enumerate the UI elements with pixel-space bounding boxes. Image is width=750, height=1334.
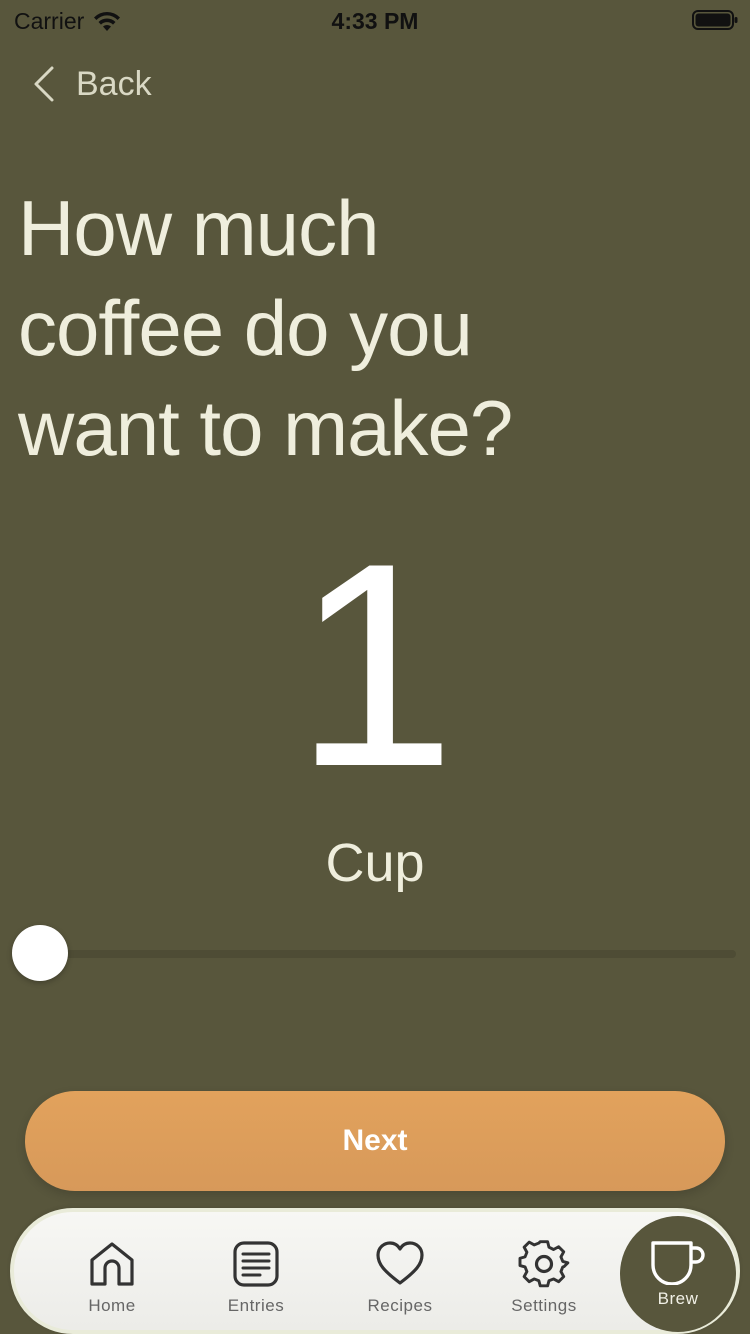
- tab-home[interactable]: Home: [62, 1238, 162, 1318]
- slider-thumb[interactable]: [12, 925, 68, 981]
- tab-recipes[interactable]: Recipes: [350, 1238, 450, 1318]
- back-label: Back: [76, 64, 152, 103]
- gear-icon: [518, 1238, 570, 1290]
- tab-entries[interactable]: Entries: [206, 1238, 306, 1318]
- home-icon: [86, 1238, 138, 1290]
- tab-bar: Home Entries Recipes Settings Brew: [10, 1208, 740, 1334]
- status-bar: Carrier 4:33 PM: [0, 0, 750, 40]
- question-heading: How much coffee do you want to make?: [18, 178, 638, 478]
- tab-recipes-label: Recipes: [367, 1296, 433, 1315]
- brew-label: Brew: [657, 1289, 699, 1308]
- battery-icon: [692, 10, 738, 30]
- heart-icon: [374, 1238, 426, 1290]
- tab-home-label: Home: [88, 1296, 136, 1315]
- tab-settings-label: Settings: [511, 1296, 577, 1315]
- cup-unit: Cup: [325, 833, 425, 893]
- entries-icon: [230, 1238, 282, 1290]
- tab-entries-label: Entries: [227, 1296, 285, 1315]
- back-button[interactable]: Back: [30, 62, 152, 106]
- cups-slider[interactable]: [12, 924, 736, 982]
- question-line-1: How much: [18, 184, 379, 272]
- question-line-3: want to make?: [18, 384, 513, 472]
- slider-track[interactable]: [32, 950, 736, 958]
- status-time: 4:33 PM: [331, 8, 419, 34]
- cup-icon: [649, 1239, 707, 1285]
- brew-button[interactable]: Brew: [620, 1216, 736, 1332]
- tab-settings[interactable]: Settings: [494, 1238, 594, 1318]
- question-line-2: coffee do you: [18, 284, 473, 372]
- cup-count: 1: [294, 503, 456, 827]
- next-button[interactable]: Next: [25, 1091, 725, 1191]
- chevron-left-icon: [30, 64, 56, 104]
